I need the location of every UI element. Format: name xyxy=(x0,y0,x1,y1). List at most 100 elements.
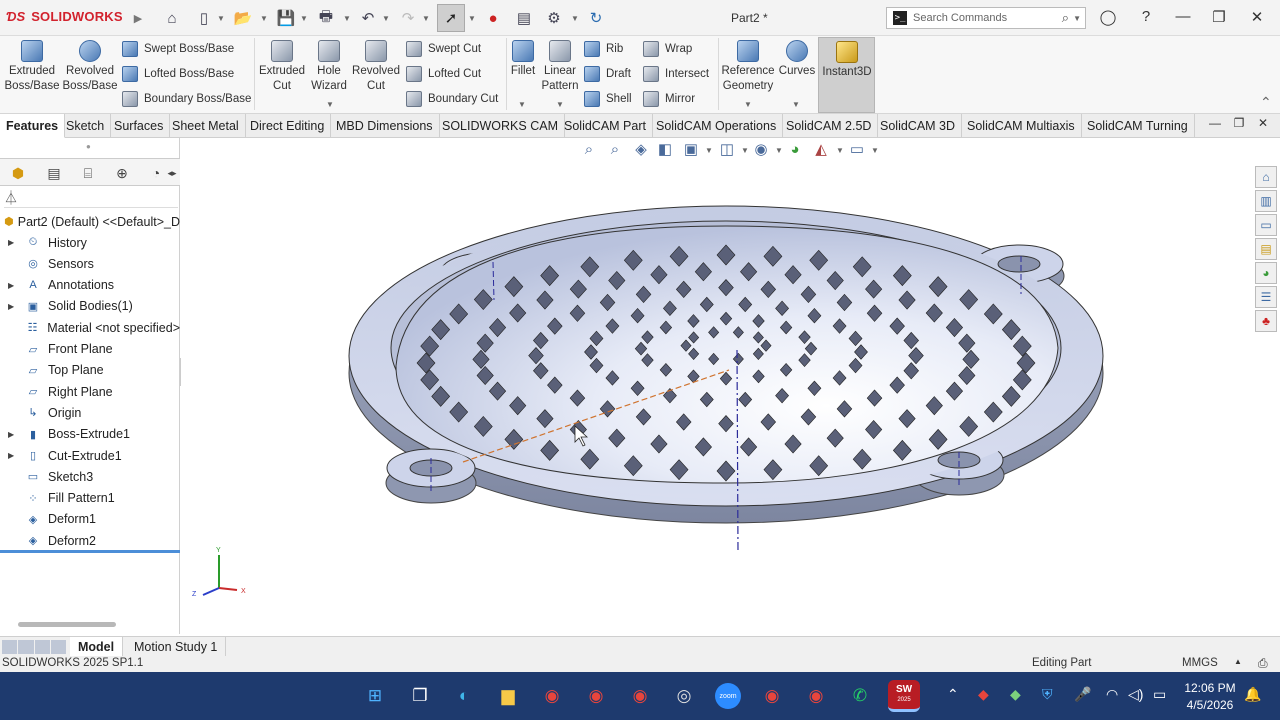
tray-app-2-icon[interactable]: ◆ xyxy=(1010,686,1021,703)
expand-arrow-icon[interactable]: ▶ xyxy=(8,302,18,311)
refresh-icon[interactable]: ↻ xyxy=(586,8,606,28)
tab-direct-editing[interactable]: Direct Editing xyxy=(244,114,332,138)
tree-item-fill-pattern1[interactable]: ⁘ Fill Pattern1 xyxy=(0,488,180,509)
tree-item-history[interactable]: ▶ ⏲ History xyxy=(0,232,180,253)
task-pane-resources-icon[interactable]: ▥ xyxy=(1255,190,1277,212)
tab-solidcam-operations[interactable]: SolidCAM Operations xyxy=(650,114,784,138)
options-dropdown-icon[interactable]: ▼ xyxy=(571,14,579,23)
tree-item-right-plane[interactable]: ▱ Right Plane xyxy=(0,381,180,402)
tab-solidcam-3d[interactable]: SolidCAM 3D xyxy=(874,114,963,138)
task-pane-custom-properties-icon[interactable]: ☰ xyxy=(1255,286,1277,308)
panel-grip-icon[interactable]: ● xyxy=(86,142,91,151)
rebuild-traffic-light-icon[interactable]: ● xyxy=(483,8,503,28)
user-account-icon[interactable]: ◯ xyxy=(1097,8,1119,28)
boundary-cut-button[interactable]: Boundary Cut xyxy=(406,89,498,109)
tab-features[interactable]: Features xyxy=(0,114,66,138)
feature-manager-tab-icon[interactable]: ⬢ xyxy=(6,162,30,184)
options-gear-icon[interactable]: ⚙ xyxy=(544,8,564,28)
chrome-profile-3-icon[interactable]: ◉ xyxy=(624,680,656,712)
fillet-dropdown-icon[interactable]: ▼ xyxy=(518,100,526,109)
expand-menu-icon[interactable]: ▶ xyxy=(128,8,148,28)
tree-item-cut-extrude1[interactable]: ▶ ▯ Cut-Extrude1 xyxy=(0,445,180,466)
tree-item-annotations[interactable]: ▶ A Annotations xyxy=(0,275,180,296)
tab-mbd-dimensions[interactable]: MBD Dimensions xyxy=(330,114,440,138)
redo-icon[interactable]: ↷ xyxy=(398,8,418,28)
doc-minimize-icon[interactable]: — xyxy=(1204,116,1226,136)
redo-dropdown-icon[interactable]: ▼ xyxy=(422,14,430,23)
tab-sheet-metal[interactable]: Sheet Metal xyxy=(166,114,246,138)
tab-solidcam-25d[interactable]: SolidCAM 2.5D xyxy=(780,114,879,138)
tab-model[interactable]: Model xyxy=(70,637,124,657)
solidworks-logo[interactable]: ƊS SOLIDWORKS xyxy=(6,9,123,24)
tree-item-front-plane[interactable]: ▱ Front Plane xyxy=(0,339,180,360)
fillet-button[interactable]: Fillet xyxy=(508,40,538,79)
graphics-viewport[interactable]: ⌕ ⌕ ◈ ◧ ▣ ▼ ◫ ▼ ◉ ▼ ◕ ◭ ▼ ▭ ▼ Y X Z xyxy=(181,138,1251,634)
search-input[interactable]: Search Commands xyxy=(913,12,1062,24)
select-dropdown-icon[interactable]: ▼ xyxy=(468,14,476,23)
close-window-icon[interactable]: ✕ xyxy=(1246,8,1268,28)
expand-arrow-icon[interactable]: ▶ xyxy=(8,451,18,460)
tree-item-deform2[interactable]: ◈ Deform2 xyxy=(0,530,180,551)
extruded-boss-button[interactable]: Extruded Boss/Base xyxy=(4,40,60,94)
tab-sketch[interactable]: Sketch xyxy=(60,114,112,138)
search-commands-box[interactable]: >_ Search Commands ⌕ ▼ xyxy=(886,7,1086,29)
hole-wizard-button[interactable]: Hole Wizard xyxy=(308,40,350,94)
tree-item-sensors[interactable]: ◎ Sensors xyxy=(0,253,180,274)
task-pane-design-library-icon[interactable]: ▭ xyxy=(1255,214,1277,236)
open-folder-icon[interactable]: 📂 xyxy=(233,8,253,28)
security-shield-icon[interactable]: ⛨ xyxy=(1042,686,1053,703)
linear-pattern-button[interactable]: Linear Pattern xyxy=(540,40,580,94)
configuration-manager-tab-icon[interactable]: ⌸ xyxy=(76,162,100,184)
wrap-button[interactable]: Wrap xyxy=(643,39,692,59)
new-dropdown-icon[interactable]: ▼ xyxy=(217,14,225,23)
tree-item-top-plane[interactable]: ▱ Top Plane xyxy=(0,360,180,381)
boundary-boss-button[interactable]: Boundary Boss/Base xyxy=(122,89,251,109)
quick-tips-icon[interactable]: ⎙ xyxy=(1258,656,1268,671)
expand-arrow-icon[interactable]: ▶ xyxy=(8,281,18,290)
property-manager-tab-icon[interactable]: ▤ xyxy=(42,162,66,184)
curves-dropdown-icon[interactable]: ▼ xyxy=(792,100,800,109)
last-tab-icon[interactable] xyxy=(50,640,66,654)
tree-item-sketch3[interactable]: ▭ Sketch3 xyxy=(0,466,180,487)
prev-tab-icon[interactable] xyxy=(18,640,34,654)
units-dropdown-icon[interactable]: ▲ xyxy=(1234,657,1242,666)
shell-button[interactable]: Shell xyxy=(584,89,632,109)
first-tab-icon[interactable] xyxy=(2,640,18,654)
tab-solidcam-turning[interactable]: SolidCAM Turning xyxy=(1081,114,1195,138)
file-properties-icon[interactable]: ▤ xyxy=(514,8,534,28)
notifications-bell-icon[interactable]: 🔔 xyxy=(1244,686,1261,703)
tab-scroll-buttons[interactable] xyxy=(2,640,66,654)
chrome-profile-5-icon[interactable]: ◉ xyxy=(800,680,832,712)
save-icon[interactable]: 💾 xyxy=(276,8,296,28)
instant3d-button[interactable]: Instant3D xyxy=(818,37,875,113)
rollback-bar[interactable] xyxy=(0,550,180,553)
units-selector[interactable]: MMGS xyxy=(1182,657,1218,669)
revolved-cut-button[interactable]: Revolved Cut xyxy=(352,40,400,94)
part-model[interactable]: Y X Z xyxy=(181,138,1251,634)
task-pane-home-icon[interactable]: ⌂ xyxy=(1255,166,1277,188)
undo-dropdown-icon[interactable]: ▼ xyxy=(382,14,390,23)
show-hidden-icons-icon[interactable]: ⌃ xyxy=(947,686,959,703)
help-icon[interactable]: ? xyxy=(1135,8,1157,28)
doc-restore-icon[interactable]: ❐ xyxy=(1228,116,1250,136)
task-view-icon[interactable]: ❐ xyxy=(404,680,436,712)
edge-browser-icon[interactable]: ◐ xyxy=(448,680,480,712)
next-tab-icon[interactable] xyxy=(34,640,50,654)
home-icon[interactable]: ⌂ xyxy=(162,8,182,28)
revolved-boss-button[interactable]: Revolved Boss/Base xyxy=(62,40,118,94)
tab-solidcam-multiaxis[interactable]: SolidCAM Multiaxis xyxy=(961,114,1082,138)
reference-geometry-dropdown-icon[interactable]: ▼ xyxy=(744,100,752,109)
print-dropdown-icon[interactable]: ▼ xyxy=(343,14,351,23)
task-pane-appearances-icon[interactable]: ◕ xyxy=(1255,262,1277,284)
volume-icon[interactable]: ◁) xyxy=(1128,686,1143,703)
obs-studio-icon[interactable]: ◎ xyxy=(668,680,700,712)
chrome-profile-2-icon[interactable]: ◉ xyxy=(580,680,612,712)
save-dropdown-icon[interactable]: ▼ xyxy=(300,14,308,23)
chrome-profile-4-icon[interactable]: ◉ xyxy=(756,680,788,712)
mirror-button[interactable]: Mirror xyxy=(643,89,695,109)
draft-button[interactable]: Draft xyxy=(584,64,631,84)
task-pane-solidcam-icon[interactable]: ♣ xyxy=(1255,310,1277,332)
swept-cut-button[interactable]: Swept Cut xyxy=(406,39,481,59)
tab-solidworks-cam[interactable]: SOLIDWORKS CAM xyxy=(436,114,565,138)
print-icon[interactable]: 🖶 xyxy=(316,8,336,28)
